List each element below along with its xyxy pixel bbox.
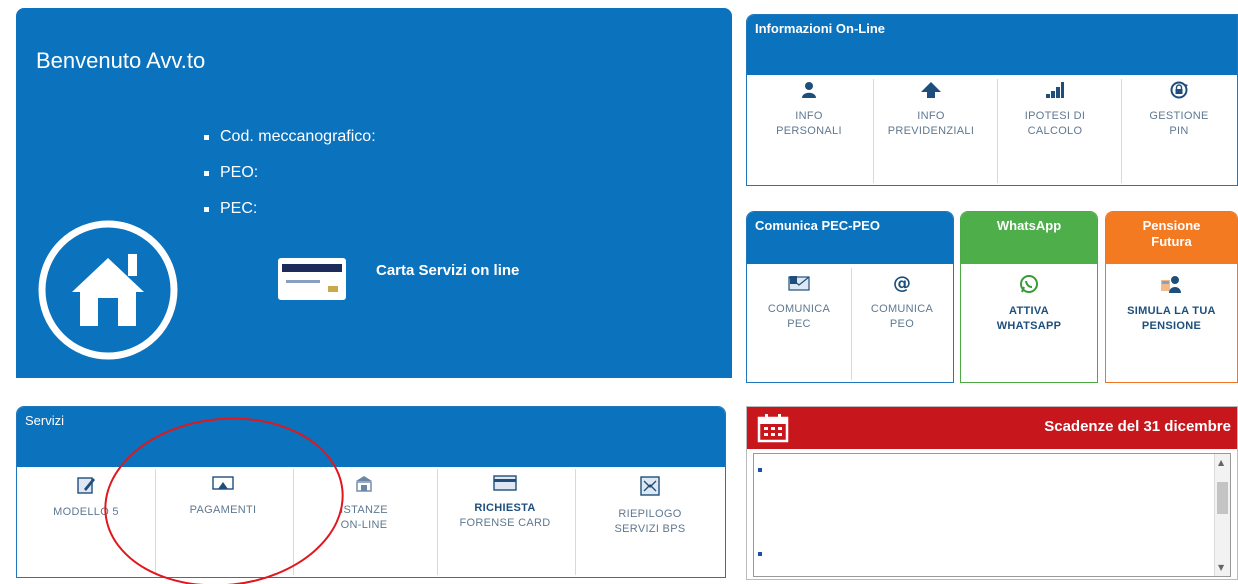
simula-pensione-line1: SIMULA LA TUA [1127, 305, 1216, 317]
riepilogo-servizi-bps-line1: RIEPILOGO [618, 508, 682, 520]
at-icon: @ [893, 274, 911, 292]
info-previdenziali-tile[interactable]: INFO PREVIDENZIALI [875, 81, 987, 139]
scadenze-title: Scadenze del 31 dicembre [1044, 418, 1231, 435]
svg-text:@: @ [893, 274, 911, 292]
person-icon [802, 82, 816, 98]
list-item-bullet [758, 468, 762, 472]
carta-servizi-link[interactable]: Carta Servizi on line [376, 262, 519, 279]
list-item-bullet [758, 552, 762, 556]
whatsapp-title: WhatsApp [961, 212, 1097, 264]
servizi-panel: Servizi MODELLO 5 PAGAMENTI ISTANZE ON-L… [16, 406, 726, 578]
gestione-pin-line1: GESTIONE [1149, 110, 1209, 122]
welcome-panel: Benvenuto Avv.to Cod. meccanografico: PE… [16, 8, 732, 378]
comunica-pec-tile[interactable]: COMUNICA PEC [751, 274, 847, 332]
comunica-title: Comunica PEC-PEO [747, 212, 953, 264]
pensione-title-line1: Pensione [1142, 218, 1201, 233]
scadenze-list[interactable]: ▲ ▼ [753, 453, 1231, 577]
user-info-list: Cod. meccanografico: PEO: PEC: [202, 128, 376, 236]
comunica-peo-line1: COMUNICA [870, 303, 934, 315]
modello-5-line1: MODELLO 5 [53, 506, 119, 518]
servizi-title: Servizi [17, 407, 725, 467]
ipotesi-calcolo-line1: IPOTESI DI [1024, 110, 1086, 122]
person-calculator-icon [1160, 276, 1181, 293]
ipotesi-calcolo-tile[interactable]: IPOTESI DI CALCOLO [999, 81, 1111, 139]
gestione-pin-tile[interactable]: GESTIONE PIN [1123, 81, 1235, 139]
attiva-whatsapp-line1: ATTIVA [1009, 305, 1049, 317]
welcome-title: Benvenuto Avv.to [36, 48, 206, 73]
istanze-online-tile[interactable]: ISTANZE ON-LINE [295, 475, 433, 533]
summary-icon [640, 476, 660, 496]
modello-5-tile[interactable]: MODELLO 5 [21, 475, 151, 520]
up-arrow-icon [921, 82, 941, 98]
scroll-up-icon[interactable]: ▲ [1218, 458, 1224, 467]
payment-icon [212, 476, 234, 490]
istanze-online-line1: ISTANZE [340, 504, 388, 516]
calendar-icon [757, 414, 789, 443]
info-personali-line1: INFO [795, 110, 823, 122]
house-icon[interactable] [36, 218, 180, 362]
info-online-title: Informazioni On-Line [747, 15, 1237, 75]
credit-card-icon[interactable] [278, 258, 346, 300]
comunica-pec-line1: COMUNICA [767, 303, 831, 315]
pagamenti-line1: PAGAMENTI [189, 504, 257, 516]
simula-pensione-tile[interactable]: SIMULA LA TUA PENSIONE [1108, 274, 1235, 334]
info-previdenziali-line1: INFO [917, 110, 945, 122]
lock-refresh-icon [1170, 81, 1188, 99]
peo-field: PEO: [202, 164, 376, 182]
cod-meccanografico-field: Cod. meccanografico: [202, 128, 376, 146]
pagamenti-tile[interactable]: PAGAMENTI [157, 475, 289, 518]
whatsapp-panel: WhatsApp ATTIVA WHATSAPP [960, 211, 1098, 383]
card-icon [493, 475, 517, 491]
pensione-panel: Pensione Futura SIMULA LA TUA PENSIONE [1105, 211, 1238, 383]
whatsapp-icon [1020, 275, 1038, 293]
info-previdenziali-line2: PREVIDENZIALI [887, 124, 975, 137]
scadenze-scrollbar[interactable]: ▲ ▼ [1214, 454, 1230, 576]
pec-field: PEC: [202, 200, 376, 218]
richiesta-forense-card-line1: RICHIESTA [474, 502, 536, 514]
scadenze-header: Scadenze del 31 dicembre [747, 407, 1237, 449]
info-personali-tile[interactable]: INFO PERSONALI [755, 81, 863, 139]
attiva-whatsapp-tile[interactable]: ATTIVA WHATSAPP [965, 274, 1093, 334]
istanze-online-line2: ON-LINE [340, 518, 388, 531]
riepilogo-servizi-bps-tile[interactable]: RIEPILOGO SERVIZI BPS [577, 475, 723, 537]
scroll-down-icon[interactable]: ▼ [1218, 563, 1224, 572]
attiva-whatsapp-line2: WHATSAPP [996, 319, 1062, 332]
riepilogo-servizi-bps-line2: SERVIZI BPS [614, 522, 686, 535]
comunica-peo-tile[interactable]: @ COMUNICA PEO [853, 274, 951, 332]
scroll-thumb[interactable] [1217, 482, 1228, 514]
simula-pensione-line2: PENSIONE [1141, 319, 1202, 332]
info-online-panel: Informazioni On-Line INFO PERSONALI INFO… [746, 14, 1238, 186]
info-personali-line2: PERSONALI [776, 124, 842, 137]
comunica-peo-line2: PEO [889, 317, 915, 330]
ipotesi-calcolo-line2: CALCOLO [1027, 124, 1083, 137]
form-edit-icon [77, 477, 95, 494]
comunica-panel: Comunica PEC-PEO COMUNICA PEC @ COMUNICA… [746, 211, 954, 383]
building-icon [356, 476, 372, 492]
pec-mail-icon [788, 276, 810, 291]
comunica-pec-line2: PEC [787, 317, 811, 330]
bar-chart-icon [1046, 82, 1064, 98]
pensione-title: Pensione Futura [1106, 212, 1237, 264]
gestione-pin-line2: PIN [1169, 124, 1189, 137]
pensione-title-line2: Futura [1151, 233, 1192, 249]
richiesta-forense-card-line2: FORENSE CARD [459, 516, 551, 529]
richiesta-forense-card-tile[interactable]: RICHIESTA FORENSE CARD [439, 475, 571, 531]
scadenze-panel: Scadenze del 31 dicembre ▲ ▼ [746, 406, 1238, 580]
